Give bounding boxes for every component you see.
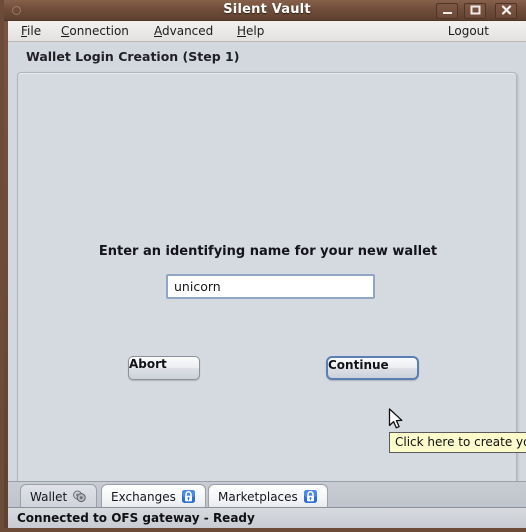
mouse-cursor (388, 408, 403, 429)
menu-mnemonic-c: C (61, 24, 70, 38)
wallet-name-input[interactable] (166, 274, 375, 299)
menu-item-advanced[interactable]: Advanced (149, 24, 218, 39)
title-bar: Silent Vault (4, 0, 526, 21)
page-title: Wallet Login Creation (Step 1) (26, 49, 240, 64)
tab-wallet[interactable]: Wallet (20, 484, 98, 508)
lock-icon (181, 489, 196, 504)
tab-exchanges-label: Exchanges (111, 489, 176, 504)
menu-item-logout[interactable]: Logout (443, 24, 494, 39)
tooltip: Click here to create you (389, 432, 526, 453)
status-bar: Connected to OFS gateway - Ready (8, 507, 526, 528)
tab-marketplaces[interactable]: Marketplaces (208, 484, 328, 508)
menu-bar: File Connection Advanced Help Logout (8, 21, 526, 42)
maximize-icon (470, 5, 480, 15)
coins-icon (72, 489, 87, 504)
tab-exchanges[interactable]: Exchanges (101, 484, 206, 508)
menu-item-connection[interactable]: Connection (56, 24, 134, 39)
prompt-label: Enter an identifying name for your new w… (98, 244, 438, 259)
menu-item-file[interactable]: File (16, 24, 46, 39)
tab-marketplaces-label: Marketplaces (218, 489, 298, 504)
application-window: Silent Vault File Connection Advanced He… (0, 0, 526, 532)
maximize-button[interactable] (464, 3, 486, 19)
menu-item-help[interactable]: Help (232, 24, 269, 39)
status-text: Connected to OFS gateway - Ready (17, 511, 255, 525)
client-area: Wallet Login Creation (Step 1) Enter an … (8, 42, 526, 528)
continue-button[interactable]: Continue (326, 356, 419, 380)
wallet-creation-panel: Enter an identifying name for your new w… (17, 72, 526, 501)
minimize-icon (442, 12, 452, 14)
menu-mnemonic-h: H (237, 24, 247, 38)
minimize-button[interactable] (436, 3, 458, 19)
menu-mnemonic-f: F (21, 24, 28, 38)
close-icon (501, 5, 511, 15)
lock-icon (303, 489, 318, 504)
close-button[interactable] (495, 3, 517, 19)
tab-wallet-label: Wallet (30, 489, 68, 504)
abort-button[interactable]: Abort (128, 356, 200, 380)
menu-mnemonic-a: A (154, 24, 162, 38)
tab-strip: Wallet Exchanges Marketplaces (8, 481, 526, 508)
